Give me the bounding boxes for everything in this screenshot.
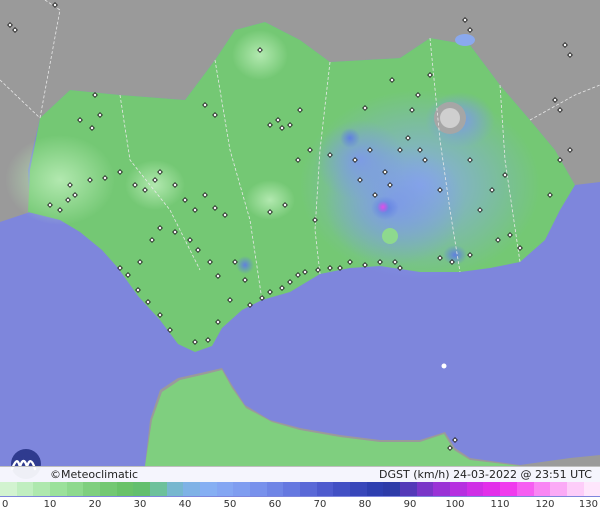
color-scale-cell	[333, 482, 351, 496]
variable-and-time: DGST (km/h) 24-03-2022 @ 23:51 UTC	[379, 468, 592, 481]
color-scale-cell	[133, 482, 151, 496]
color-scale-cell	[416, 482, 434, 496]
color-scale-cell	[100, 482, 117, 496]
color-scale-cell	[200, 482, 217, 496]
color-scale-cell	[250, 482, 267, 496]
color-scale-cell	[583, 482, 600, 496]
color-scale-cell	[366, 482, 384, 496]
scale-tick-label: 0	[2, 499, 9, 510]
color-scale-cell	[316, 482, 334, 496]
scale-tick-label: 80	[358, 499, 372, 510]
color-scale-cell	[283, 482, 301, 496]
color-scale-cell	[116, 482, 134, 496]
color-scale-cell	[66, 482, 84, 496]
credit-text: ©Meteoclimatic	[50, 468, 139, 481]
scale-tick-label: 120	[535, 499, 555, 510]
color-scale-cell	[533, 482, 551, 496]
scale-tick-label: 20	[88, 499, 102, 510]
color-scale-cell	[150, 482, 167, 496]
scale-tick-label: 110	[490, 499, 510, 510]
color-scale-cell	[466, 482, 484, 496]
color-scale-cell	[233, 482, 251, 496]
scale-tick-label: 50	[223, 499, 237, 510]
color-scale-cell	[33, 482, 51, 496]
color-scale-cell	[383, 482, 401, 496]
scale-tick-label: 60	[268, 499, 282, 510]
color-scale-cell	[0, 482, 17, 496]
color-scale-cell	[183, 482, 201, 496]
variable-label: DGST (km/h)	[379, 468, 450, 481]
color-scale-cell	[350, 482, 367, 496]
scale-tick-label: 40	[178, 499, 192, 510]
color-scale-cell	[50, 482, 67, 496]
color-scale-cell	[450, 482, 467, 496]
color-scale-cell	[483, 482, 501, 496]
info-bar: ©Meteoclimatic DGST (km/h) 24-03-2022 @ …	[0, 466, 600, 483]
color-scale-cell	[500, 482, 517, 496]
color-scale-cell	[550, 482, 567, 496]
color-scale-cell	[300, 482, 317, 496]
scale-tick-label: 90	[403, 499, 417, 510]
scale-tick-label: 70	[313, 499, 327, 510]
color-scale-cell	[16, 482, 34, 496]
color-scale-cell	[166, 482, 184, 496]
color-scale-cell	[266, 482, 284, 496]
scale-tick-label: 130	[578, 499, 598, 510]
scale-tick-label: 100	[445, 499, 465, 510]
color-scale-bar	[0, 482, 600, 496]
wind-gust-map: ©Meteoclimatic DGST (km/h) 24-03-2022 @ …	[0, 0, 600, 517]
color-scale-cell	[566, 482, 584, 496]
color-scale-cell	[83, 482, 101, 496]
scale-tick-label: 10	[43, 499, 57, 510]
color-scale-cell	[516, 482, 534, 496]
alboran-island	[441, 363, 447, 369]
color-scale-cell	[216, 482, 234, 496]
timestamp-text: 24-03-2022 @ 23:51 UTC	[453, 468, 592, 481]
map-canvas	[0, 0, 600, 517]
color-scale-cell	[400, 482, 417, 496]
color-scale-labels: 0 10 20 30 40 50 60 70 80 90 100 110 120 130	[0, 497, 600, 517]
color-scale-cell	[433, 482, 451, 496]
scale-tick-label: 30	[133, 499, 147, 510]
